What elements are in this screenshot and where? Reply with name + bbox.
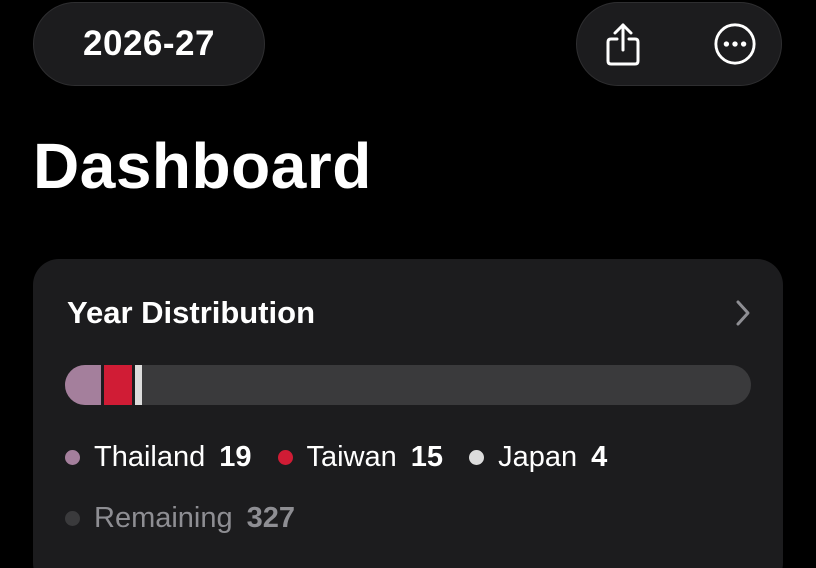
year-selector-button[interactable]: 2026-27	[33, 2, 265, 86]
legend-count: 327	[246, 501, 296, 534]
legend-item-japan: Japan 4	[469, 441, 607, 474]
more-options-icon	[714, 23, 756, 65]
more-options-button[interactable]	[713, 16, 757, 72]
legend-dot	[65, 449, 80, 465]
bar-segment-taiwan	[103, 365, 132, 405]
share-button[interactable]	[601, 16, 645, 72]
legend-dot	[277, 449, 293, 465]
actions-toolbar	[576, 2, 782, 86]
share-icon	[606, 23, 640, 66]
bar-segment-japan	[134, 365, 143, 405]
legend-count: 15	[410, 440, 444, 473]
chevron-right-icon	[733, 297, 753, 329]
year-distribution-card: Year Distribution Thailand 19 Taiwan 15	[33, 259, 783, 568]
legend-label: Thailand	[94, 440, 206, 473]
legend-label: Taiwan	[306, 440, 397, 473]
legend-count: 4	[591, 440, 608, 473]
legend-item-thailand: Thailand 19	[65, 441, 252, 474]
page-title: Dashboard	[33, 130, 372, 202]
dashboard-screen: 2026-27 Dashboard Year Distribution Thai…	[0, 0, 816, 568]
legend: Thailand 19 Taiwan 15 Japan 4	[65, 437, 633, 477]
card-title: Year Distribution	[67, 295, 316, 330]
year-distribution-header[interactable]: Year Distribution	[67, 293, 753, 333]
legend-dot	[469, 449, 485, 465]
year-label: 2026-27	[83, 24, 215, 63]
legend-label: Remaining	[94, 501, 233, 534]
legend-remaining-row: Remaining 327	[65, 498, 321, 538]
legend-dot	[65, 510, 80, 526]
bar-segment-thailand	[65, 365, 101, 405]
legend-item-taiwan: Taiwan 15	[277, 440, 444, 474]
legend-count: 19	[219, 440, 252, 473]
legend-item-remaining: Remaining 327	[65, 502, 295, 535]
distribution-bar	[65, 365, 751, 405]
legend-label: Japan	[498, 440, 578, 473]
